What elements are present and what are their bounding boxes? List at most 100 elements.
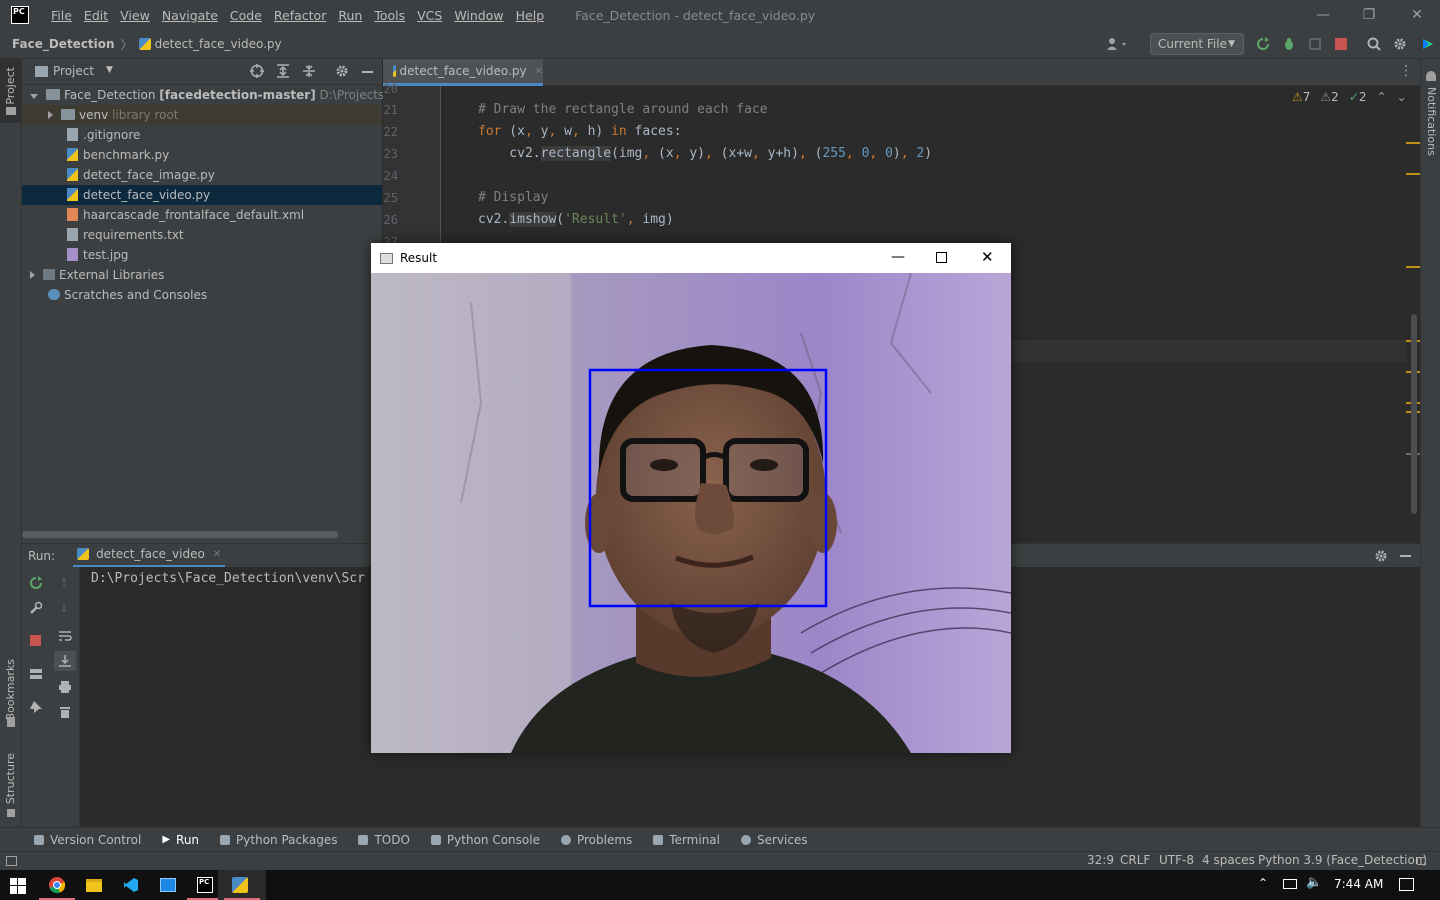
tree-item-file[interactable]: benchmark.py: [22, 145, 382, 165]
toggle-tool-windows-icon[interactable]: [6, 856, 17, 866]
tool-services[interactable]: Services: [741, 833, 808, 847]
menu-refactor[interactable]: Refactor: [268, 8, 332, 23]
tree-item-file[interactable]: detect_face_image.py: [22, 165, 382, 185]
tree-item-file[interactable]: .gitignore: [22, 125, 382, 145]
tree-item-file[interactable]: haarcascade_frontalface_default.xml: [22, 205, 382, 225]
run-configuration-select[interactable]: Current File ▼: [1150, 33, 1244, 55]
maximize-button[interactable]: [936, 252, 947, 263]
print-icon[interactable]: [58, 680, 72, 694]
windows-start-icon[interactable]: [10, 878, 26, 894]
collapse-all-icon[interactable]: [302, 64, 316, 78]
arrow-down-icon[interactable]: ↓: [59, 601, 69, 615]
layout-icon[interactable]: [29, 667, 43, 681]
minimize-button[interactable]: —: [1300, 0, 1346, 30]
menu-navigate[interactable]: Navigate: [156, 8, 224, 23]
menu-view[interactable]: View: [114, 8, 156, 23]
user-account-icon[interactable]: [1106, 37, 1130, 51]
gear-icon[interactable]: [335, 64, 349, 78]
indent-setting[interactable]: 4 spaces: [1202, 853, 1255, 867]
clock-time[interactable]: 7:44 AM: [1334, 877, 1383, 891]
warning-marker[interactable]: [1406, 173, 1420, 175]
horizontal-scrollbar[interactable]: [22, 531, 338, 538]
chevron-up-icon[interactable]: ⌃: [1377, 90, 1387, 104]
tree-item-file[interactable]: requirements.txt: [22, 225, 382, 245]
bookmarks-tool-button[interactable]: Bookmarks: [0, 655, 22, 735]
lock-icon[interactable]: [1417, 857, 1426, 865]
hide-panel-icon[interactable]: [362, 71, 373, 73]
menu-file[interactable]: File: [45, 8, 78, 23]
chevron-down-icon[interactable]: ▼: [106, 65, 113, 75]
breadcrumb-file[interactable]: detect_face_video.py: [155, 37, 282, 51]
bell-icon[interactable]: [1426, 71, 1436, 81]
structure-tool-button[interactable]: Structure: [0, 749, 22, 829]
vertical-scrollbar[interactable]: [1411, 314, 1417, 514]
wrench-icon[interactable]: [29, 601, 43, 615]
python-interpreter[interactable]: Python 3.9 (Face_Detection): [1258, 853, 1427, 867]
gear-icon[interactable]: [1393, 37, 1407, 51]
warning-marker[interactable]: [1406, 142, 1420, 144]
arrow-up-icon[interactable]: ↑: [59, 576, 69, 590]
python-taskbar-icon[interactable]: [218, 870, 266, 900]
tool-problems[interactable]: Problems: [560, 833, 632, 847]
caret-position[interactable]: 32:9: [1087, 853, 1114, 867]
project-tool-button[interactable]: Project: [0, 59, 22, 123]
tool-version-control[interactable]: Version Control: [34, 833, 141, 847]
restore-button[interactable]: ❐: [1346, 0, 1392, 30]
tree-item-venv[interactable]: venv library root: [22, 105, 382, 125]
close-tab-icon[interactable]: ✕: [535, 66, 543, 77]
minimize-button[interactable]: —: [891, 249, 905, 265]
tree-root[interactable]: Face_Detection [facedetection-master] D:…: [22, 85, 431, 105]
rerun-icon[interactable]: [1256, 37, 1270, 51]
rerun-icon[interactable]: [29, 576, 43, 590]
more-options-icon[interactable]: ⋮: [1399, 63, 1413, 79]
pin-icon[interactable]: [29, 700, 43, 714]
result-window-titlebar[interactable]: Result — ✕: [371, 243, 1011, 273]
hide-panel-icon[interactable]: [1400, 555, 1411, 557]
expand-all-icon[interactable]: [276, 64, 290, 78]
tree-item-scratches[interactable]: Scratches and Consoles: [22, 285, 382, 305]
tool-python-packages[interactable]: Python Packages: [220, 833, 337, 847]
line-separator[interactable]: CRLF: [1120, 853, 1150, 867]
tree-item-external-libraries[interactable]: External Libraries: [22, 265, 382, 285]
action-center-icon[interactable]: [1399, 878, 1414, 891]
close-button[interactable]: ✕: [1394, 0, 1440, 30]
error-stripe[interactable]: [1406, 86, 1420, 516]
menu-edit[interactable]: Edit: [78, 8, 114, 23]
tool-todo[interactable]: TODO: [358, 833, 410, 847]
search-icon[interactable]: [1367, 37, 1381, 51]
close-button[interactable]: ✕: [981, 248, 994, 266]
tree-item-file-selected[interactable]: detect_face_video.py: [22, 185, 382, 205]
stop-icon[interactable]: [30, 635, 41, 646]
gear-icon[interactable]: [1374, 549, 1388, 563]
chevron-up-icon[interactable]: ⌃: [1258, 876, 1268, 890]
menu-code[interactable]: Code: [224, 8, 268, 23]
soft-wrap-icon[interactable]: [58, 629, 72, 643]
close-tab-icon[interactable]: ✕: [213, 549, 221, 560]
chevron-down-icon[interactable]: [30, 94, 38, 99]
coverage-icon[interactable]: [1308, 37, 1322, 51]
tab-detect-face-video[interactable]: detect_face_video.py ✕: [383, 59, 543, 86]
trash-icon[interactable]: [58, 705, 72, 719]
file-encoding[interactable]: UTF-8: [1159, 853, 1194, 867]
notifications-tool-label[interactable]: Notifications: [1425, 87, 1438, 156]
locate-file-icon[interactable]: [250, 64, 264, 78]
menu-tools[interactable]: Tools: [368, 8, 411, 23]
menu-vcs[interactable]: VCS: [411, 8, 448, 23]
breadcrumb-project[interactable]: Face_Detection: [12, 37, 115, 51]
warning-marker[interactable]: [1406, 266, 1420, 268]
tool-terminal[interactable]: Terminal: [653, 833, 720, 847]
jetbrains-toolbox-icon[interactable]: [1421, 37, 1435, 51]
tree-item-file[interactable]: test.jpg: [22, 245, 382, 265]
tab-run-detect-face-video[interactable]: detect_face_video ✕: [73, 544, 226, 568]
chevron-right-icon[interactable]: [30, 271, 35, 279]
inspection-widget[interactable]: ⚠7 ⚠2 ✓2 ⌃ ⌄: [1292, 90, 1407, 104]
scroll-to-end-toggle[interactable]: [54, 651, 76, 671]
network-icon[interactable]: [1283, 879, 1297, 889]
tool-python-console[interactable]: Python Console: [430, 833, 540, 847]
stop-icon[interactable]: [1334, 37, 1348, 51]
menu-window[interactable]: Window: [448, 8, 509, 23]
menu-help[interactable]: Help: [510, 8, 551, 23]
result-window[interactable]: Result — ✕: [371, 243, 1011, 753]
menu-run[interactable]: Run: [332, 8, 368, 23]
chevron-right-icon[interactable]: [48, 111, 53, 119]
